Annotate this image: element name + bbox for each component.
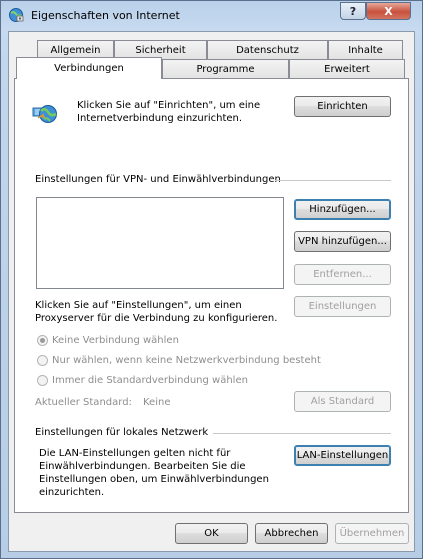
lan-settings-button[interactable]: LAN-Einstellungen [294,445,391,466]
tab-label: Verbindungen [54,63,124,74]
ok-button[interactable]: OK [175,523,248,544]
lan-text-line2: Einwählverbindungen. Bearbeiten Sie die [39,461,246,472]
lan-text-line3: Einstellungen oben, um Einwählverbindung… [39,474,269,485]
title-bar[interactable]: Eigenschaften von Internet ? X [1,1,422,31]
current-default-label: Aktueller Standard: [35,397,132,408]
tab-verbindungen[interactable]: Verbindungen [16,57,162,79]
radio-button[interactable] [37,335,48,346]
radio-button[interactable] [37,355,48,366]
connection-settings-button[interactable]: Einstellungen [294,296,391,317]
network-globe-icon [32,105,57,123]
tab-programme[interactable]: Programme [162,59,289,78]
setup-button[interactable]: Einrichten [294,96,391,117]
connections-panel: Klicken Sie auf "Einrichten", um eine In… [14,78,409,513]
window-title: Eigenschaften von Internet [31,9,180,22]
vpn-heading: Einstellungen für VPN- und Einwählverbin… [35,174,281,185]
remove-button[interactable]: Entfernen... [294,264,391,285]
radio-label: Keine Verbindung wählen [52,335,179,346]
tab-erweitert[interactable]: Erweitert [289,59,405,78]
close-button[interactable]: X [366,2,411,20]
vpn-separator [275,180,391,181]
connection-list[interactable] [36,197,284,289]
lan-heading: Einstellungen für lokales Netzwerk [35,427,209,438]
tab-label: Allgemein [50,44,101,56]
tab-label: Sicherheit [135,44,186,56]
radio-never-dial[interactable]: Keine Verbindung wählen [37,335,179,346]
add-vpn-button[interactable]: VPN hinzufügen... [294,231,391,252]
radio-button[interactable] [37,375,48,386]
radio-always-dial-default[interactable]: Immer die Standardverbindung wählen [37,375,248,386]
tab-inhalte[interactable]: Inhalte [328,40,403,59]
dialog-body: Allgemein Sicherheit Datenschutz Inhalte… [8,31,415,552]
internet-options-icon [9,8,24,22]
lan-separator [213,433,391,434]
current-default-value: Keine [143,397,171,408]
radio-label: Nur wählen, wenn keine Netzwerkverbindun… [52,355,321,366]
lan-text-line4: einzurichten. [39,487,105,498]
apply-button[interactable]: Übernehmen [335,523,409,544]
tab-label: Inhalte [348,44,383,56]
setup-text-line2: Internetverbindung einzurichten. [77,113,243,124]
tab-datenschutz[interactable]: Datenschutz [207,40,328,59]
radio-dial-when-no-network[interactable]: Nur wählen, wenn keine Netzwerkverbindun… [37,355,321,366]
close-icon: X [384,4,393,18]
help-button[interactable]: ? [340,2,366,20]
tab-label: Erweitert [324,63,370,75]
cancel-button[interactable]: Abbrechen [255,523,328,544]
add-button[interactable]: Hinzufügen... [294,199,391,220]
tab-label: Programme [196,63,255,75]
proxy-text-line2: Proxyserver für die Verbindung zu konfig… [35,313,278,324]
setup-text-line1: Klicken Sie auf "Einrichten", um eine [77,100,261,111]
tab-label: Datenschutz [236,44,299,56]
radio-label: Immer die Standardverbindung wählen [52,375,248,386]
lan-text-line1: Die LAN-Einstellungen gelten nicht für [39,448,231,459]
proxy-text-line1: Klicken Sie auf "Einstellungen", um eine… [35,300,242,311]
set-default-button[interactable]: Als Standard [294,391,391,412]
internet-options-window: Eigenschaften von Internet ? X Allgemein… [0,0,423,559]
help-icon: ? [349,4,357,18]
